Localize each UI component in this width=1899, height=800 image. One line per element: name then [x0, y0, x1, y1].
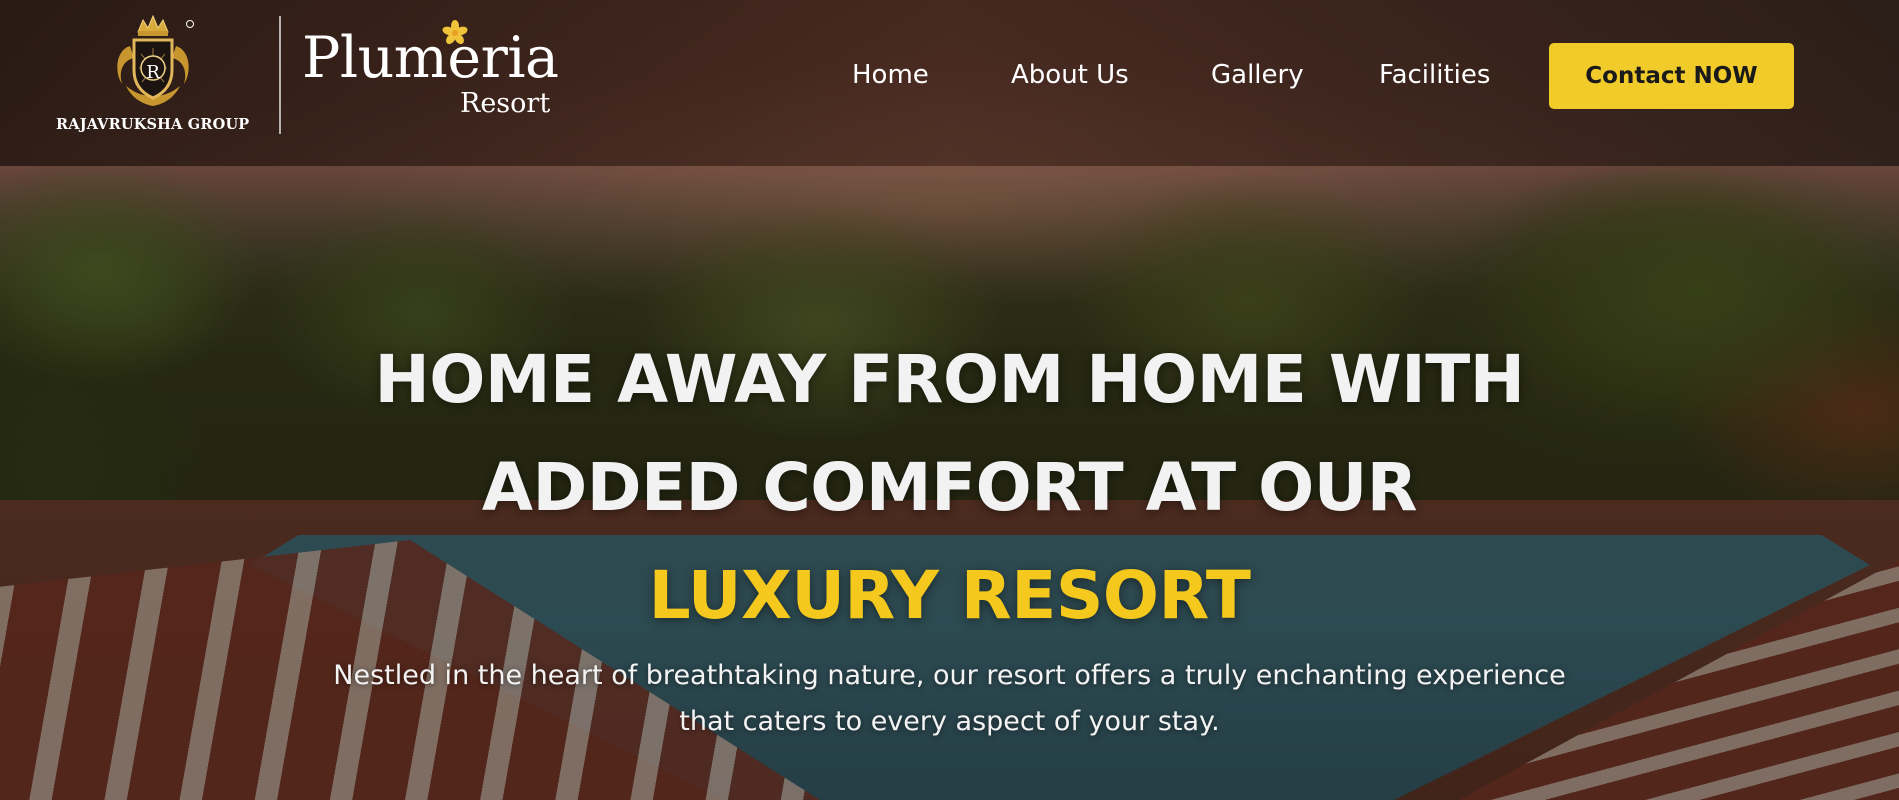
plumeria-flower-icon [442, 20, 468, 45]
headline-line-2: ADDED COMFORT AT OUR [481, 449, 1418, 527]
nav-about-us[interactable]: About Us [1011, 57, 1129, 93]
resort-name: Plumeria [302, 25, 559, 91]
nav-facilities[interactable]: Facilities [1379, 57, 1490, 93]
resort-subtitle: Resort [460, 88, 551, 119]
site-header: R RAJAVRUKSHA GROUP Plumeria Resort Home… [0, 0, 1899, 166]
resort-logo[interactable]: Plumeria Resort [300, 20, 560, 130]
hero-headline: HOME AWAY FROM HOME WITH ADDED COMFORT A… [0, 326, 1899, 650]
subtext-line-1: Nestled in the heart of breathtaking nat… [333, 660, 1566, 691]
subtext-line-2: that caters to every aspect of your stay… [679, 706, 1220, 737]
nav-gallery[interactable]: Gallery [1211, 57, 1304, 93]
headline-accent: LUXURY RESORT [648, 557, 1251, 635]
nav-home[interactable]: Home [852, 57, 929, 93]
crest-letter: R [146, 62, 160, 83]
headline-line-1: HOME AWAY FROM HOME WITH [374, 341, 1525, 419]
group-name: RAJAVRUKSHA GROUP [56, 116, 250, 133]
hero-subtext: Nestled in the heart of breathtaking nat… [0, 653, 1899, 745]
logo-divider [279, 16, 281, 134]
group-logo[interactable]: R RAJAVRUKSHA GROUP [56, 12, 250, 142]
contact-now-button[interactable]: Contact NOW [1549, 43, 1794, 109]
